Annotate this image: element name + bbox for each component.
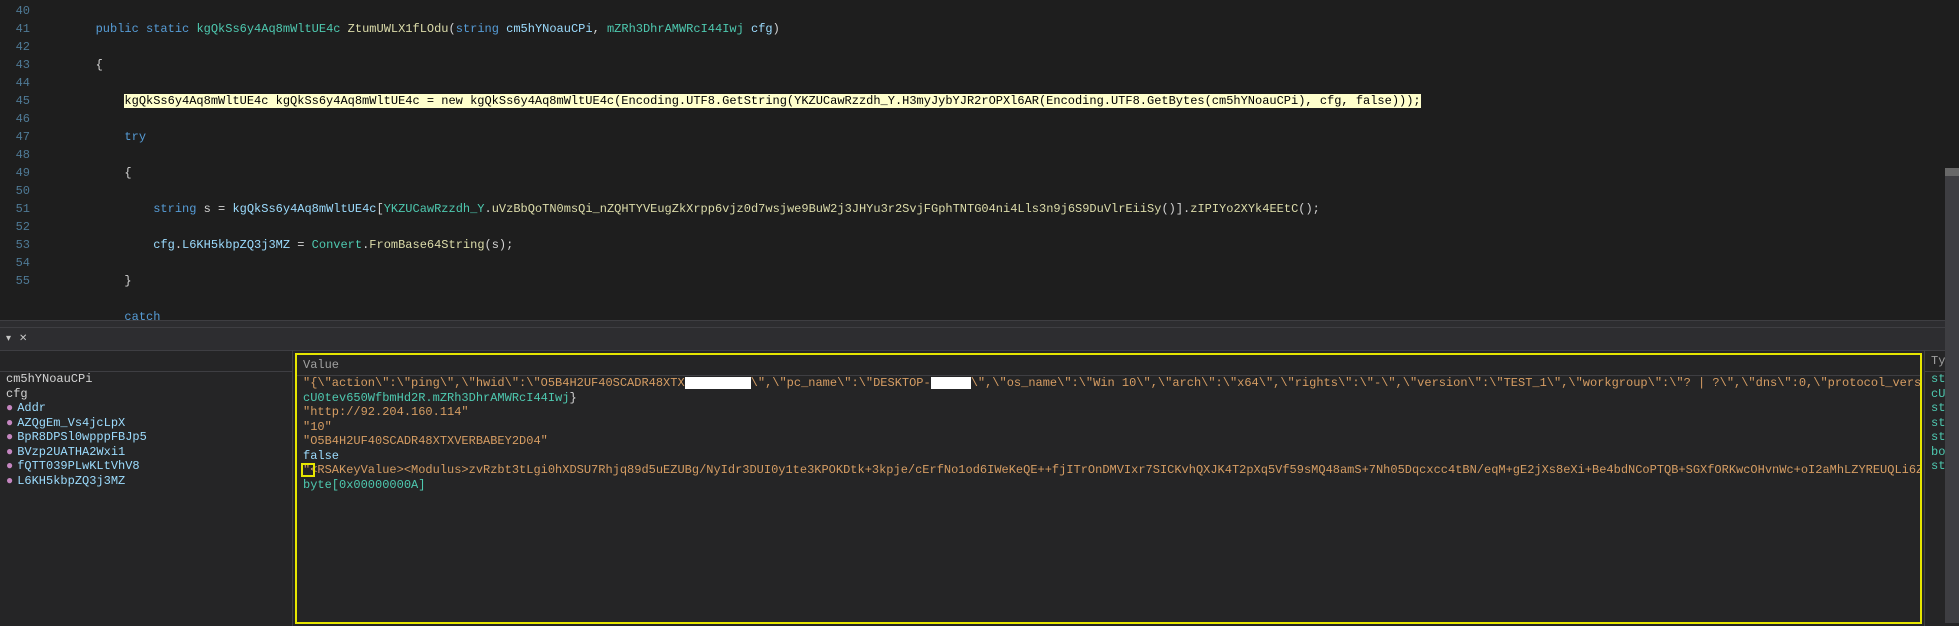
local: kgQkSs6y4Aq8mWltUE4c — [232, 202, 376, 216]
column-header-value[interactable]: Value — [297, 355, 1920, 376]
line-number: 47 — [0, 128, 30, 146]
punct: (); — [1298, 202, 1320, 216]
locals-row-value[interactable]: "{\"action\":\"ping\",\"hwid\":\"O5B4H2U… — [297, 376, 1920, 391]
punct: ( — [449, 22, 456, 36]
locals-value-column: Value "{\"action\":\"ping\",\"hwid\":\"O… — [295, 353, 1922, 624]
line-number: 46 — [0, 110, 30, 128]
code-line: } — [38, 272, 1959, 290]
type-name: kgQkSs6y4Aq8mWltUE4c — [189, 22, 340, 36]
punct: ()] — [1161, 202, 1183, 216]
punct: , — [593, 22, 607, 36]
method-name: FromBase64String — [369, 238, 484, 252]
code-text — [38, 22, 96, 36]
code-line: { — [38, 56, 1959, 74]
method-name: zIPIYo2XYk4EEtC — [1190, 202, 1298, 216]
panel-divider[interactable] — [0, 320, 1959, 328]
type-name: YKZUCawRzzdh_Y — [384, 202, 485, 216]
locals-row-name[interactable]: ●BpR8DPSl0wpppFBJp5 — [0, 430, 292, 445]
line-number: 45 — [0, 92, 30, 110]
punct: . — [175, 238, 182, 252]
line-number: 49 — [0, 164, 30, 182]
collapse-icon[interactable]: ▾ — [6, 333, 11, 345]
param: cm5hYNoauCPi — [499, 22, 593, 36]
locals-name-column: cm5hYNoauCPicfg●Addr●AZQgEm_Vs4jcLpX●BpR… — [0, 351, 293, 626]
punct: (s); — [485, 238, 514, 252]
field-bullet-icon: ● — [6, 430, 13, 444]
code-text: s = — [196, 202, 232, 216]
line-number: 42 — [0, 38, 30, 56]
keyword: string — [153, 202, 196, 216]
method-name: uVzBbQoTN0msQi_nZQHTYVEugZkXrpp6vjz0d7ws… — [492, 202, 1162, 216]
field-bullet-icon: ● — [6, 474, 13, 488]
locals-row-value[interactable]: "<RSAKeyValue><Modulus>zvRzbt3tLgi0hXDSU… — [297, 463, 1920, 478]
field-bullet-icon: ● — [6, 416, 13, 430]
locals-row-value[interactable]: byte[0x00000000A] — [297, 478, 1920, 493]
editor-scrollbar[interactable] — [1945, 168, 1959, 623]
type-name: Convert — [312, 238, 362, 252]
locals-row-value[interactable]: "10" — [297, 420, 1920, 435]
code-text — [38, 238, 153, 252]
line-number-gutter: 40 41 42 43 44 45 46 47 48 49 50 51 52 5… — [0, 0, 38, 320]
locals-row-value[interactable]: "http://92.204.160.114" — [297, 405, 1920, 420]
locals-row-name[interactable]: cfg — [0, 387, 292, 402]
code-editor[interactable]: 40 41 42 43 44 45 46 47 48 49 50 51 52 5… — [0, 0, 1959, 320]
punct: . — [485, 202, 492, 216]
line-number: 43 — [0, 56, 30, 74]
code-text — [38, 202, 153, 216]
locals-row-name[interactable]: ●Addr — [0, 401, 292, 416]
line-number: 41 — [0, 20, 30, 38]
line-number: 52 — [0, 218, 30, 236]
line-number: 50 — [0, 182, 30, 200]
locals-row-name[interactable]: ●L6KH5kbpZQ3j3MZ — [0, 474, 292, 489]
line-number: 55 — [0, 272, 30, 290]
redacted-block — [931, 377, 971, 389]
line-number: 53 — [0, 236, 30, 254]
pin-icon[interactable]: ✕ — [19, 333, 27, 345]
code-text — [38, 94, 124, 108]
punct: [ — [376, 202, 383, 216]
field: L6KH5kbpZQ3j3MZ — [182, 238, 290, 252]
locals-row-value[interactable]: false — [297, 449, 1920, 464]
local: cfg — [153, 238, 175, 252]
field-bullet-icon: ● — [6, 459, 13, 473]
line-number: 40 — [0, 2, 30, 20]
column-header-name[interactable] — [0, 351, 292, 372]
line-number: 44 — [0, 74, 30, 92]
locals-row-name[interactable]: ●AZQgEm_Vs4jcLpX — [0, 416, 292, 431]
line-number: 48 — [0, 146, 30, 164]
punct: = — [290, 238, 312, 252]
keyword: string — [456, 22, 499, 36]
code-area[interactable]: public static kgQkSs6y4Aq8mWltUE4c ZtumU… — [38, 0, 1959, 320]
code-line: { — [38, 164, 1959, 182]
redacted-block — [685, 377, 751, 389]
field-bullet-icon: ● — [6, 445, 13, 459]
debug-panel-toolbar: ▾ ✕ — [0, 328, 1959, 351]
locals-panel: cm5hYNoauCPicfg●Addr●AZQgEm_Vs4jcLpX●BpR… — [0, 351, 1959, 626]
locals-row-value[interactable]: cU0tev650WfbmHd2R.mZRh3DhrAMWRcI44Iwj} — [297, 391, 1920, 406]
field-bullet-icon: ● — [6, 401, 13, 415]
keyword: public — [96, 22, 139, 36]
line-number: 54 — [0, 254, 30, 272]
locals-row-name[interactable]: ●BVzp2UATHA2Wxi1 — [0, 445, 292, 460]
locals-row-name[interactable]: cm5hYNoauCPi — [0, 372, 292, 387]
locals-row-value[interactable]: "O5B4H2UF40SCADR48XTXVERBABEY2D04" — [297, 434, 1920, 449]
method-name: ZtumUWLX1fLOdu — [340, 22, 448, 36]
locals-row-name[interactable]: ●fQTT039PLwKLtVhV8 — [0, 459, 292, 474]
expand-icon[interactable] — [301, 463, 315, 477]
type-name: mZRh3DhrAMWRcI44Iwj — [607, 22, 744, 36]
punct: ) — [773, 22, 780, 36]
keyword: static — [139, 22, 189, 36]
editor-scrollbar-thumb[interactable] — [1945, 168, 1959, 176]
line-number: 51 — [0, 200, 30, 218]
highlighted-statement: kgQkSs6y4Aq8mWltUE4c kgQkSs6y4Aq8mWltUE4… — [124, 94, 1420, 108]
param: cfg — [744, 22, 773, 36]
